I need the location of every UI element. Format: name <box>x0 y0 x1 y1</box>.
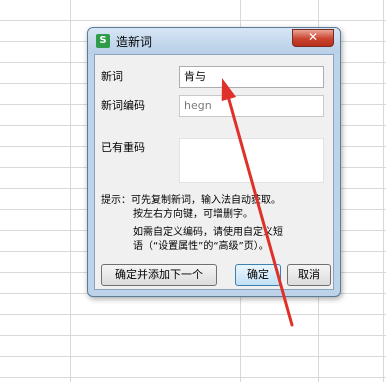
arrow-head-icon <box>221 78 237 101</box>
arrow-shaft <box>226 94 294 327</box>
red-arrow-annotation <box>221 78 294 327</box>
